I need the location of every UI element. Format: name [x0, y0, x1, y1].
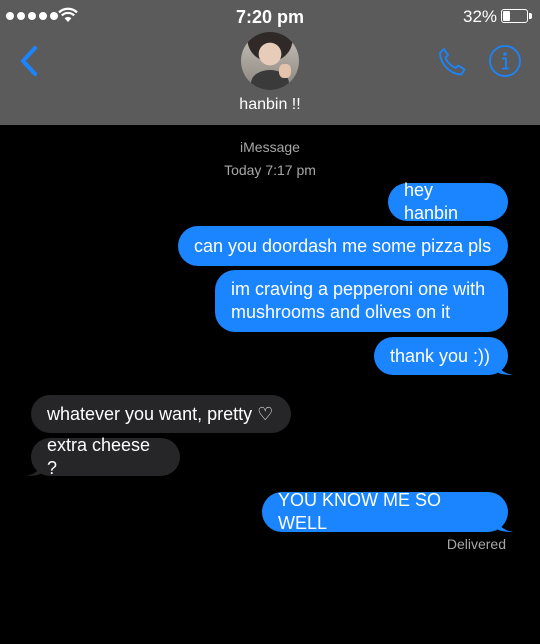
status-bar: 7:20 pm 32%	[0, 0, 540, 32]
message-bubble-received[interactable]: extra cheese ?	[31, 435, 180, 478]
thread-timestamp: Today 7:17 pm	[224, 162, 316, 178]
battery-fill	[503, 11, 510, 21]
message-bubble-received[interactable]: whatever you want, pretty ♡	[31, 395, 291, 433]
avatar[interactable]	[241, 32, 299, 90]
contact-name[interactable]: hanbin !!	[0, 96, 540, 114]
battery-percentage: 32%	[463, 7, 498, 26]
phone-icon[interactable]	[436, 46, 468, 78]
message-bubble-sent[interactable]: can you doordash me some pizza pls	[178, 226, 508, 266]
message-bubble-sent[interactable]: thank you :))	[374, 337, 508, 375]
chevron-left-icon[interactable]	[16, 44, 42, 78]
message-bubble-sent[interactable]: hey hanbin	[388, 180, 508, 223]
delivery-status: Delivered	[446, 536, 506, 552]
conversation-header: hanbin !!	[0, 32, 540, 125]
message-bubble-sent[interactable]: YOU KNOW ME SO WELL	[262, 490, 508, 533]
info-icon[interactable]	[488, 44, 522, 78]
service-label: iMessage	[240, 139, 300, 155]
status-time: 7:20 pm	[235, 7, 305, 27]
message-bubble-sent[interactable]: im craving a pepperoni one with mushroom…	[215, 270, 508, 332]
battery-nub	[529, 13, 532, 19]
battery-icon	[501, 9, 528, 23]
messages-screen: 7:20 pm 32% hanbin !! iMessage Today 7:1…	[0, 0, 540, 644]
